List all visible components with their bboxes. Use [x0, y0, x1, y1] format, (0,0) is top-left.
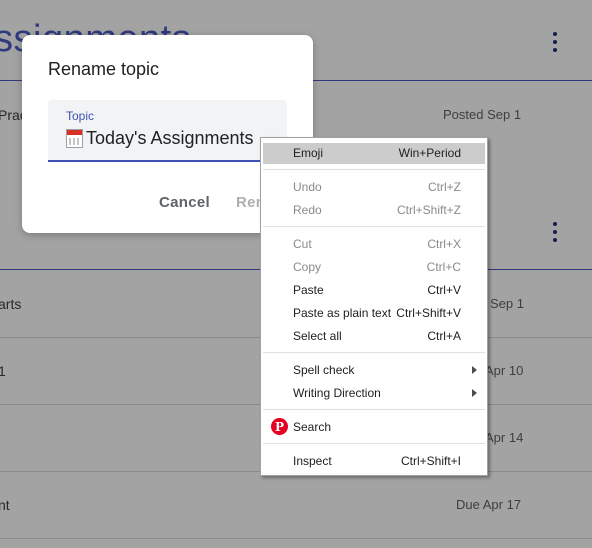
dialog-title: Rename topic — [48, 59, 160, 79]
menu-separator — [263, 352, 485, 353]
menu-item-select-all[interactable]: Select all Ctrl+A — [263, 326, 485, 347]
menu-item-shortcut: Ctrl+Shift+Z — [396, 203, 461, 217]
menu-item-emoji[interactable]: Emoji Win+Period — [263, 143, 485, 164]
calendar-emoji-icon — [66, 129, 83, 148]
menu-separator — [263, 443, 485, 444]
menu-item-label: Select all — [293, 329, 342, 343]
menu-item-label: Redo — [293, 203, 322, 217]
menu-item-shortcut: Ctrl+V — [427, 283, 461, 297]
menu-separator — [263, 409, 485, 410]
menu-item-writing-direction[interactable]: Writing Direction — [263, 383, 485, 404]
topic-field-value[interactable]: Today's Assignments — [66, 128, 254, 149]
menu-item-search[interactable]: P Search — [263, 417, 485, 438]
menu-item-label: Cut — [293, 237, 312, 251]
submenu-arrow-icon — [472, 389, 477, 397]
menu-item-shortcut: Ctrl+Z — [428, 180, 461, 194]
topic-input[interactable]: Topic Today's Assignments — [48, 100, 287, 162]
menu-item-label: Inspect — [293, 454, 332, 468]
menu-item-paste[interactable]: Paste Ctrl+V — [263, 280, 485, 301]
menu-item-shortcut: Ctrl+Shift+I — [400, 454, 461, 468]
menu-item-spell-check[interactable]: Spell check — [263, 360, 485, 381]
topic-text[interactable]: Today's Assignments — [86, 128, 254, 149]
menu-item-label: Copy — [293, 260, 322, 274]
context-menu: Emoji Win+Period Undo Ctrl+Z Redo Ctrl+S… — [260, 137, 488, 476]
menu-separator — [263, 169, 485, 170]
menu-item-label: Search — [293, 420, 332, 434]
topic-field-label: Topic — [66, 109, 95, 123]
submenu-arrow-icon — [472, 366, 477, 374]
menu-item-label: Paste — [293, 283, 324, 297]
menu-item-copy[interactable]: Copy Ctrl+C — [263, 257, 485, 278]
menu-item-shortcut: Ctrl+C — [426, 260, 461, 274]
menu-item-shortcut: Ctrl+A — [427, 329, 461, 343]
menu-item-undo[interactable]: Undo Ctrl+Z — [263, 177, 485, 198]
menu-item-label: Writing Direction — [293, 386, 381, 400]
menu-item-label: Paste as plain text — [293, 306, 392, 320]
menu-item-label: Undo — [293, 180, 322, 194]
menu-separator — [263, 226, 485, 227]
menu-item-redo[interactable]: Redo Ctrl+Shift+Z — [263, 200, 485, 221]
menu-item-shortcut: Ctrl+X — [427, 237, 461, 251]
menu-item-label: Emoji — [293, 146, 324, 160]
menu-item-cut[interactable]: Cut Ctrl+X — [263, 234, 485, 255]
menu-item-inspect[interactable]: Inspect Ctrl+Shift+I — [263, 451, 485, 472]
cancel-button[interactable]: Cancel — [159, 194, 210, 211]
menu-item-paste-plain-text[interactable]: Paste as plain text Ctrl+Shift+V — [263, 303, 485, 324]
menu-item-label: Spell check — [293, 363, 355, 377]
menu-item-shortcut: Win+Period — [398, 146, 461, 160]
pinterest-icon: P — [271, 418, 288, 435]
menu-item-shortcut: Ctrl+Shift+V — [396, 306, 461, 320]
